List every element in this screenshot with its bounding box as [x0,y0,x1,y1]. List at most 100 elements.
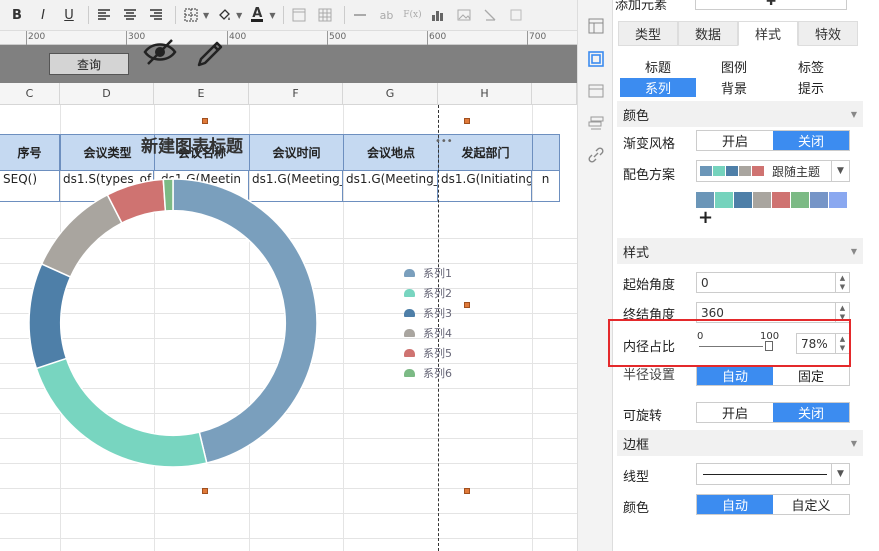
chevron-up-icon[interactable]: ▲ [840,274,845,283]
tab-type[interactable]: 类型 [618,21,678,46]
legend-item[interactable]: 系列3 [404,306,452,320]
chevron-down-icon[interactable]: ▼ [831,161,849,181]
add-element-button[interactable]: ✚ [695,0,847,10]
font-color-icon[interactable]: A [246,4,268,26]
start-angle-input[interactable]: 0 [696,272,836,293]
scheme-select[interactable]: 跟随主题 ▼ [696,160,850,182]
subtab-tooltip[interactable]: 提示 [773,78,849,97]
query-button[interactable]: 查询 [49,53,129,75]
legend-item[interactable]: 系列5 [404,346,452,360]
link-icon[interactable] [586,145,606,165]
align-left-icon[interactable] [93,4,115,26]
scheme-swatch [726,166,738,176]
text-icon[interactable]: ab [375,4,397,26]
underline-button[interactable]: U [58,4,80,26]
table-icon[interactable] [314,4,336,26]
image-icon[interactable] [453,4,475,26]
scheme-color-swatch[interactable] [753,192,771,208]
border-color-label: 颜色 [623,501,650,516]
align-right-icon[interactable] [145,4,167,26]
subtab-background[interactable]: 背景 [696,78,772,97]
toolbar-divider [283,6,285,24]
donut-chart[interactable] [0,83,577,551]
line-type-select[interactable]: ▼ [696,463,850,485]
fill-color-icon[interactable] [213,4,235,26]
gradient-on-option[interactable]: 开启 [697,131,773,150]
chevron-up-icon[interactable]: ▲ [840,304,845,313]
scheme-color-swatch[interactable] [696,192,714,208]
align-center-icon[interactable] [119,4,141,26]
subtab-title[interactable]: 标题 [620,57,696,76]
chevron-down-icon[interactable]: ▼ [203,11,209,20]
hide-eye-icon[interactable] [143,37,177,67]
legend-label: 系列6 [423,367,452,380]
tab-style[interactable]: 样式 [738,21,798,46]
chevron-down-icon[interactable]: ▼ [269,11,275,20]
chart-property-icon[interactable] [586,49,606,69]
stack-icon[interactable] [586,113,606,133]
chevron-down-icon[interactable]: ▼ [831,464,849,484]
donut-slice-4[interactable] [40,193,123,278]
add-color-icon[interactable]: + [698,207,713,228]
donut-slice-1[interactable] [172,178,318,464]
legend-item[interactable]: 系列6 [404,366,452,380]
border-icon[interactable] [180,4,202,26]
donut-slice-6[interactable] [162,178,174,212]
gradient-off-option[interactable]: 关闭 [773,131,849,150]
chart-title[interactable]: 新建图表标题 [141,132,243,157]
ruler-tick [26,31,27,45]
scheme-color-strip [696,192,847,208]
frame-icon[interactable] [288,4,310,26]
font-color-bar [251,19,264,22]
chevron-down-icon[interactable]: ▼ [236,11,242,20]
section-border[interactable]: 边框 ▼ [617,430,863,456]
resize-handle[interactable] [464,118,470,124]
scheme-color-swatch[interactable] [791,192,809,208]
legend-item[interactable]: 系列1 [404,266,452,280]
subtab-series[interactable]: 系列 [620,78,696,97]
chevron-down-icon[interactable]: ▼ [840,283,845,292]
border-color-auto-option[interactable]: 自动 [697,495,773,514]
format-toolbar: B I U ▼ ▼ A ▼ ab F(x) [0,0,577,31]
legend-item[interactable]: 系列2 [404,286,452,300]
start-angle-stepper[interactable]: ▲ ▼ [836,272,850,293]
edit-pencil-icon[interactable] [195,37,225,69]
radius-toggle: 自动 固定 [696,365,850,386]
scheme-color-swatch[interactable] [810,192,828,208]
layout-icon[interactable] [586,16,606,36]
slash-icon[interactable] [479,4,501,26]
scheme-color-swatch[interactable] [772,192,790,208]
property-tabs: 类型 数据 样式 特效 [618,21,858,46]
donut-slice-3[interactable] [28,262,72,370]
rotatable-on-option[interactable]: 开启 [697,403,773,422]
legend-item[interactable]: 系列4 [404,326,452,340]
scheme-color-swatch[interactable] [715,192,733,208]
section-color[interactable]: 颜色 ▼ [617,101,863,127]
bar-chart-icon[interactable] [427,4,449,26]
subtab-legend[interactable]: 图例 [696,57,772,76]
radius-auto-option[interactable]: 自动 [697,366,773,385]
resize-handle[interactable] [464,488,470,494]
radius-fixed-option[interactable]: 固定 [773,366,849,385]
subtab-label[interactable]: 标签 [773,57,849,76]
formula-icon[interactable]: F(x) [401,4,423,26]
scheme-color-swatch[interactable] [829,192,847,208]
donut-slice-2[interactable] [35,357,208,468]
more-options-icon[interactable]: ••• [435,136,453,147]
section-style[interactable]: 样式 ▼ [617,238,863,264]
tab-data[interactable]: 数据 [678,21,738,46]
toolbar-divider [344,6,346,24]
scheme-color-swatch[interactable] [734,192,752,208]
border-color-custom-option[interactable]: 自定义 [773,495,849,514]
scheme-swatch [700,166,712,176]
resize-handle[interactable] [464,302,470,308]
resize-handle[interactable] [202,488,208,494]
resize-handle[interactable] [202,118,208,124]
italic-button[interactable]: I [32,4,54,26]
rotatable-off-option[interactable]: 关闭 [773,403,849,422]
tab-effects[interactable]: 特效 [798,21,858,46]
separator-line-icon[interactable] [349,4,371,26]
widget-icon[interactable] [586,81,606,101]
bold-button[interactable]: B [6,4,28,26]
more-icon[interactable] [505,4,527,26]
